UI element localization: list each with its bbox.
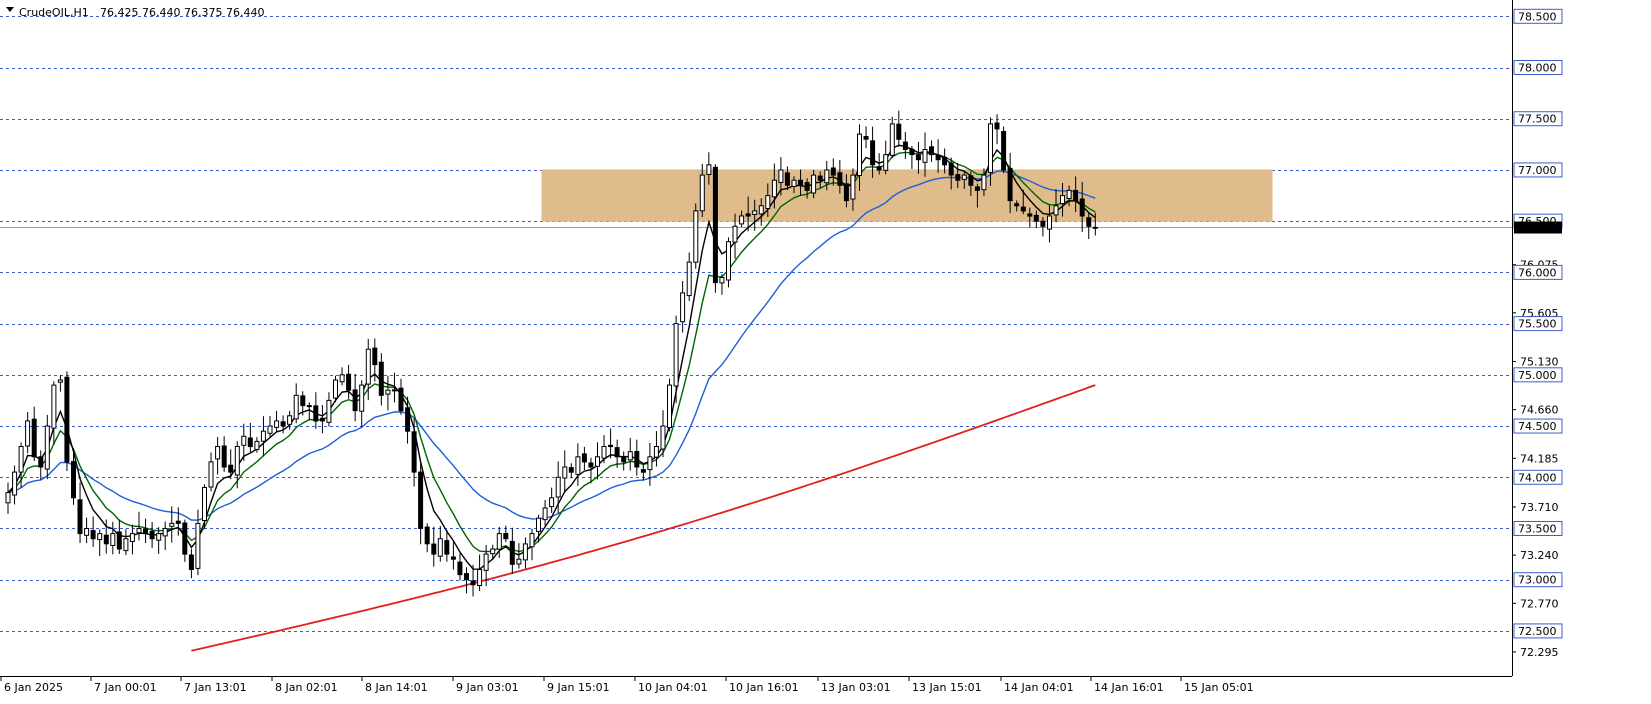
svg-text:72.500: 72.500 (1518, 625, 1557, 638)
level-price-tag: 75.000 (1513, 367, 1563, 383)
supply-zone-rectangle[interactable] (541, 169, 1273, 222)
level-price-tag: 76.000 (1513, 264, 1563, 280)
y-tick-label: 72.295 (1520, 646, 1559, 659)
svg-text:77.500: 77.500 (1518, 113, 1557, 126)
candle[interactable] (333, 375, 338, 403)
svg-text:76.000: 76.000 (1518, 266, 1557, 279)
svg-text:73.500: 73.500 (1518, 522, 1557, 535)
level-price-tag: 73.500 (1513, 520, 1563, 536)
x-tick-label: 8 Jan 14:01 (365, 681, 428, 694)
x-tick-label: 7 Jan 13:01 (184, 681, 247, 694)
price-chart: 76.07575.60575.13074.66074.18573.71073.2… (0, 0, 1651, 704)
svg-text:74.500: 74.500 (1518, 420, 1557, 433)
symbol-label: CrudeOIL,H1 (19, 6, 89, 19)
candle[interactable] (1001, 126, 1007, 174)
x-tick-label: 9 Jan 15:01 (547, 681, 610, 694)
svg-text:75.500: 75.500 (1518, 318, 1557, 331)
candle[interactable] (712, 164, 718, 293)
x-tick-label: 14 Jan 16:01 (1094, 681, 1164, 694)
svg-text:73.000: 73.000 (1518, 574, 1557, 587)
x-tick-label: 10 Jan 16:01 (729, 681, 799, 694)
candle[interactable] (726, 237, 731, 288)
level-price-tag: 75.500 (1513, 316, 1563, 332)
candle[interactable] (64, 371, 70, 471)
level-price-tag: 74.000 (1513, 469, 1563, 485)
level-price-tag: 78.000 (1513, 60, 1563, 76)
x-tick-label: 13 Jan 15:01 (912, 681, 982, 694)
svg-text:77.000: 77.000 (1518, 164, 1557, 177)
level-price-tag: 72.500 (1513, 623, 1563, 639)
x-tick-label: 14 Jan 04:01 (1004, 681, 1074, 694)
level-price-tag: 78.500 (1513, 8, 1563, 24)
svg-text:78.500: 78.500 (1518, 10, 1557, 23)
y-tick-label: 73.240 (1520, 549, 1559, 562)
x-tick-label: 6 Jan 2025 (4, 681, 63, 694)
current-price-tag (1514, 221, 1562, 234)
level-price-tag: 77.000 (1513, 162, 1563, 178)
y-tick-label: 75.130 (1520, 356, 1559, 369)
y-tick-label: 72.770 (1520, 597, 1559, 610)
svg-text:74.000: 74.000 (1518, 471, 1557, 484)
y-tick-label: 74.660 (1520, 404, 1559, 417)
x-tick-label: 13 Jan 03:01 (821, 681, 891, 694)
y-tick-label: 74.185 (1520, 452, 1559, 465)
chart-canvas: 76.07575.60575.13074.66074.18573.71073.2… (0, 0, 1651, 704)
candle[interactable] (667, 378, 672, 432)
svg-text:75.000: 75.000 (1518, 369, 1557, 382)
x-tick-label: 8 Jan 02:01 (275, 681, 338, 694)
level-price-tag: 73.000 (1513, 572, 1563, 588)
level-price-tag: 77.500 (1513, 111, 1563, 127)
y-tick-label: 73.710 (1520, 501, 1559, 514)
x-tick-label: 15 Jan 05:01 (1184, 681, 1254, 694)
x-tick-label: 9 Jan 03:01 (456, 681, 519, 694)
svg-text:78.000: 78.000 (1518, 62, 1557, 75)
x-tick-label: 7 Jan 00:01 (94, 681, 157, 694)
level-price-tag: 74.500 (1513, 418, 1563, 434)
ohlc-readout: 76.425 76.440 76.375 76.440 (100, 6, 264, 19)
candle[interactable] (693, 203, 699, 269)
x-tick-label: 10 Jan 04:01 (638, 681, 708, 694)
